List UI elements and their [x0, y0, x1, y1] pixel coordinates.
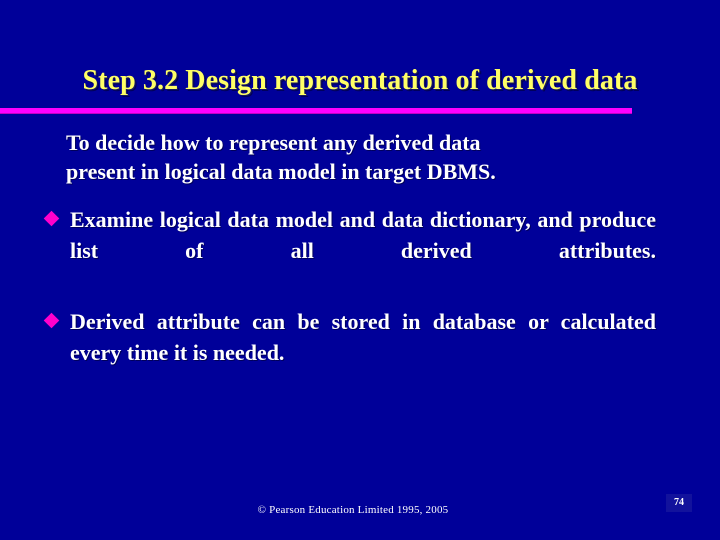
intro-paragraph: To decide how to represent any derived d…	[66, 128, 626, 186]
copyright-notice: © Pearson Education Limited 1995, 2005	[257, 504, 449, 516]
list-item: Examine logical data model and data dict…	[43, 204, 656, 297]
title-divider-rule	[0, 108, 632, 113]
slide-title-text: Step 3.2 Design representation of derive…	[82, 65, 638, 96]
list-item-text: Derived attribute can be stored in datab…	[70, 309, 656, 365]
diamond-bullet-icon	[43, 312, 60, 329]
list-item: Derived attribute can be stored in datab…	[43, 306, 656, 368]
bullet-list: Examine logical data model and data dict…	[43, 204, 656, 368]
slide-body: To decide how to represent any derived d…	[43, 128, 668, 368]
presentation-slide: Step 3.2 Design representation of derive…	[0, 0, 720, 540]
diamond-bullet-icon	[43, 210, 60, 227]
intro-line-1: To decide how to represent any derived d…	[66, 130, 481, 155]
slide-page-number: 74	[666, 494, 692, 512]
slide-title: Step 3.2 Design representation of derive…	[28, 64, 692, 98]
intro-line-2: present in logical data model in target …	[66, 159, 496, 184]
list-item-text: Examine logical data model and data dict…	[70, 207, 656, 263]
